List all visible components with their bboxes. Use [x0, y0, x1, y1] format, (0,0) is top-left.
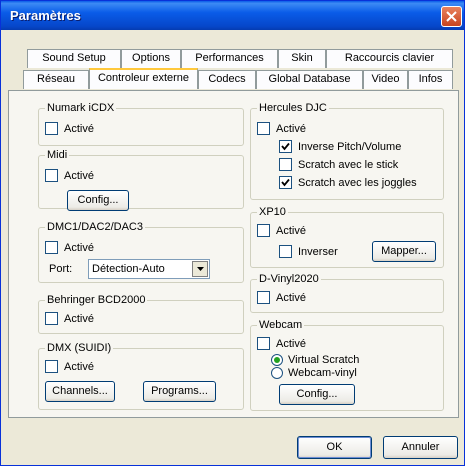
checkbox-box	[279, 245, 292, 258]
numark-enabled-checkbox[interactable]: Activé	[45, 122, 94, 135]
checkbox-box	[45, 312, 58, 325]
checkbox-box	[45, 122, 58, 135]
xp10-mapper-button[interactable]: Mapper...	[372, 241, 436, 262]
dmc-port-select[interactable]: Détection-Auto	[88, 259, 210, 279]
behringer-enabled-label: Activé	[64, 312, 94, 325]
group-title-hercules: Hercules DJC	[257, 101, 329, 115]
group-title-xp10: XP10	[257, 205, 288, 219]
cancel-button[interactable]: Annuler	[383, 436, 458, 459]
dvinyl-enabled-checkbox[interactable]: Activé	[257, 291, 306, 304]
radio-circle	[271, 354, 283, 366]
tab-global-database[interactable]: Global Database	[256, 70, 363, 89]
group-title-dmc: DMC1/DAC2/DAC3	[45, 220, 145, 234]
numark-enabled-label: Activé	[64, 122, 94, 135]
dmx-programs-button[interactable]: Programs...	[143, 381, 216, 402]
checkbox-box	[279, 176, 292, 189]
hercules-enabled-checkbox[interactable]: Activé	[257, 122, 306, 135]
webcam-enabled-checkbox[interactable]: Activé	[257, 337, 306, 350]
tab-video[interactable]: Video	[363, 70, 408, 89]
close-icon	[446, 11, 457, 22]
window-title: Paramètres	[10, 8, 81, 23]
group-webcam: Webcam Activé Virtual Scratch Webcam-vin…	[250, 318, 444, 411]
hercules-scratch-stick-checkbox[interactable]: Scratch avec le stick	[279, 158, 398, 171]
checkbox-box	[257, 291, 270, 304]
webcam-virtual-scratch-radio[interactable]: Virtual Scratch	[271, 354, 359, 366]
hercules-scratch-joggles-checkbox[interactable]: Scratch avec les joggles	[279, 176, 417, 189]
hercules-scratch-joggles-label: Scratch avec les joggles	[298, 176, 417, 189]
checkbox-box	[279, 140, 292, 153]
midi-config-button[interactable]: Config...	[67, 190, 129, 211]
hercules-enabled-label: Activé	[276, 122, 306, 135]
tab-sound-setup[interactable]: Sound Setup	[27, 49, 121, 68]
checkbox-box	[45, 169, 58, 182]
hercules-scratch-stick-label: Scratch avec le stick	[298, 158, 399, 171]
dmx-enabled-checkbox[interactable]: Activé	[45, 360, 94, 373]
group-title-dvinyl: D-Vinyl2020	[257, 272, 321, 286]
webcam-virtual-scratch-label: Virtual Scratch	[288, 354, 360, 366]
webcam-enabled-label: Activé	[276, 337, 306, 350]
tab-performances[interactable]: Performances	[181, 49, 278, 68]
tab-options[interactable]: Options	[121, 49, 181, 68]
tab-skin[interactable]: Skin	[278, 49, 326, 68]
ok-button[interactable]: OK	[297, 436, 372, 459]
group-title-behringer: Behringer BCD2000	[45, 293, 148, 307]
dvinyl-enabled-label: Activé	[276, 291, 306, 304]
group-title-numark: Numark iCDX	[45, 101, 117, 115]
hercules-inverse-pitch-label: Inverse Pitch/Volume	[298, 140, 402, 153]
xp10-enabled-checkbox[interactable]: Activé	[257, 224, 306, 237]
group-behringer: Behringer BCD2000 Activé	[38, 293, 244, 334]
radio-circle	[271, 367, 283, 379]
xp10-enabled-label: Activé	[276, 224, 306, 237]
group-hercules: Hercules DJC Activé Inverse Pitch/Volume…	[250, 101, 444, 200]
group-title-midi: Midi	[45, 148, 70, 162]
dmc-port-value: Détection-Auto	[92, 263, 165, 275]
dmc-enabled-label: Activé	[64, 241, 94, 254]
xp10-invert-checkbox[interactable]: Inverser	[279, 245, 338, 258]
title-bar: Paramètres	[1, 1, 464, 30]
checkbox-box	[45, 241, 58, 254]
group-numark: Numark iCDX Activé	[38, 101, 244, 146]
settings-dialog: Paramètres Sound Setup Options Performan…	[0, 0, 465, 466]
midi-enabled-checkbox[interactable]: Activé	[45, 169, 94, 182]
checkbox-box	[257, 337, 270, 350]
radio-selected-dot	[274, 357, 280, 363]
group-xp10: XP10 Activé Inverser Mapper...	[250, 205, 444, 268]
tab-panel-controleur-externe: Numark iCDX Activé Midi Activé Config...…	[8, 90, 459, 418]
dmc-port-label: Port:	[49, 263, 73, 275]
dmc-enabled-checkbox[interactable]: Activé	[45, 241, 94, 254]
checkbox-box	[257, 122, 270, 135]
group-dmc: DMC1/DAC2/DAC3 Activé Port: Détection-Au…	[38, 220, 244, 283]
dmx-channels-button[interactable]: Channels...	[45, 381, 115, 402]
group-dvinyl: D-Vinyl2020 Activé	[250, 272, 444, 313]
tab-reseau[interactable]: Réseau	[23, 70, 89, 89]
behringer-enabled-checkbox[interactable]: Activé	[45, 312, 94, 325]
webcam-vinyl-radio[interactable]: Webcam-vinyl	[271, 367, 357, 379]
group-title-webcam: Webcam	[257, 318, 305, 332]
midi-enabled-label: Activé	[64, 169, 94, 182]
dmx-enabled-label: Activé	[64, 360, 94, 373]
checkmark-icon	[281, 178, 290, 187]
webcam-config-button[interactable]: Config...	[279, 384, 355, 405]
checkbox-box	[279, 158, 292, 171]
webcam-vinyl-label: Webcam-vinyl	[288, 367, 357, 379]
group-title-dmx: DMX (SUIDI)	[45, 341, 114, 355]
checkbox-box	[45, 360, 58, 373]
tab-infos[interactable]: Infos	[408, 70, 453, 89]
close-button[interactable]	[441, 6, 462, 27]
chevron-down-icon[interactable]	[192, 261, 208, 277]
tab-controleur-externe[interactable]: Controleur externe	[89, 68, 198, 89]
tab-codecs[interactable]: Codecs	[198, 70, 256, 89]
tab-raccourcis-clavier[interactable]: Raccourcis clavier	[326, 49, 453, 68]
checkbox-box	[257, 224, 270, 237]
group-midi: Midi Activé Config...	[38, 148, 244, 211]
group-dmx: DMX (SUIDI) Activé Channels... Programs.…	[38, 341, 244, 410]
xp10-invert-label: Inverser	[298, 245, 338, 258]
checkmark-icon	[281, 142, 290, 151]
hercules-inverse-pitch-checkbox[interactable]: Inverse Pitch/Volume	[279, 140, 401, 153]
